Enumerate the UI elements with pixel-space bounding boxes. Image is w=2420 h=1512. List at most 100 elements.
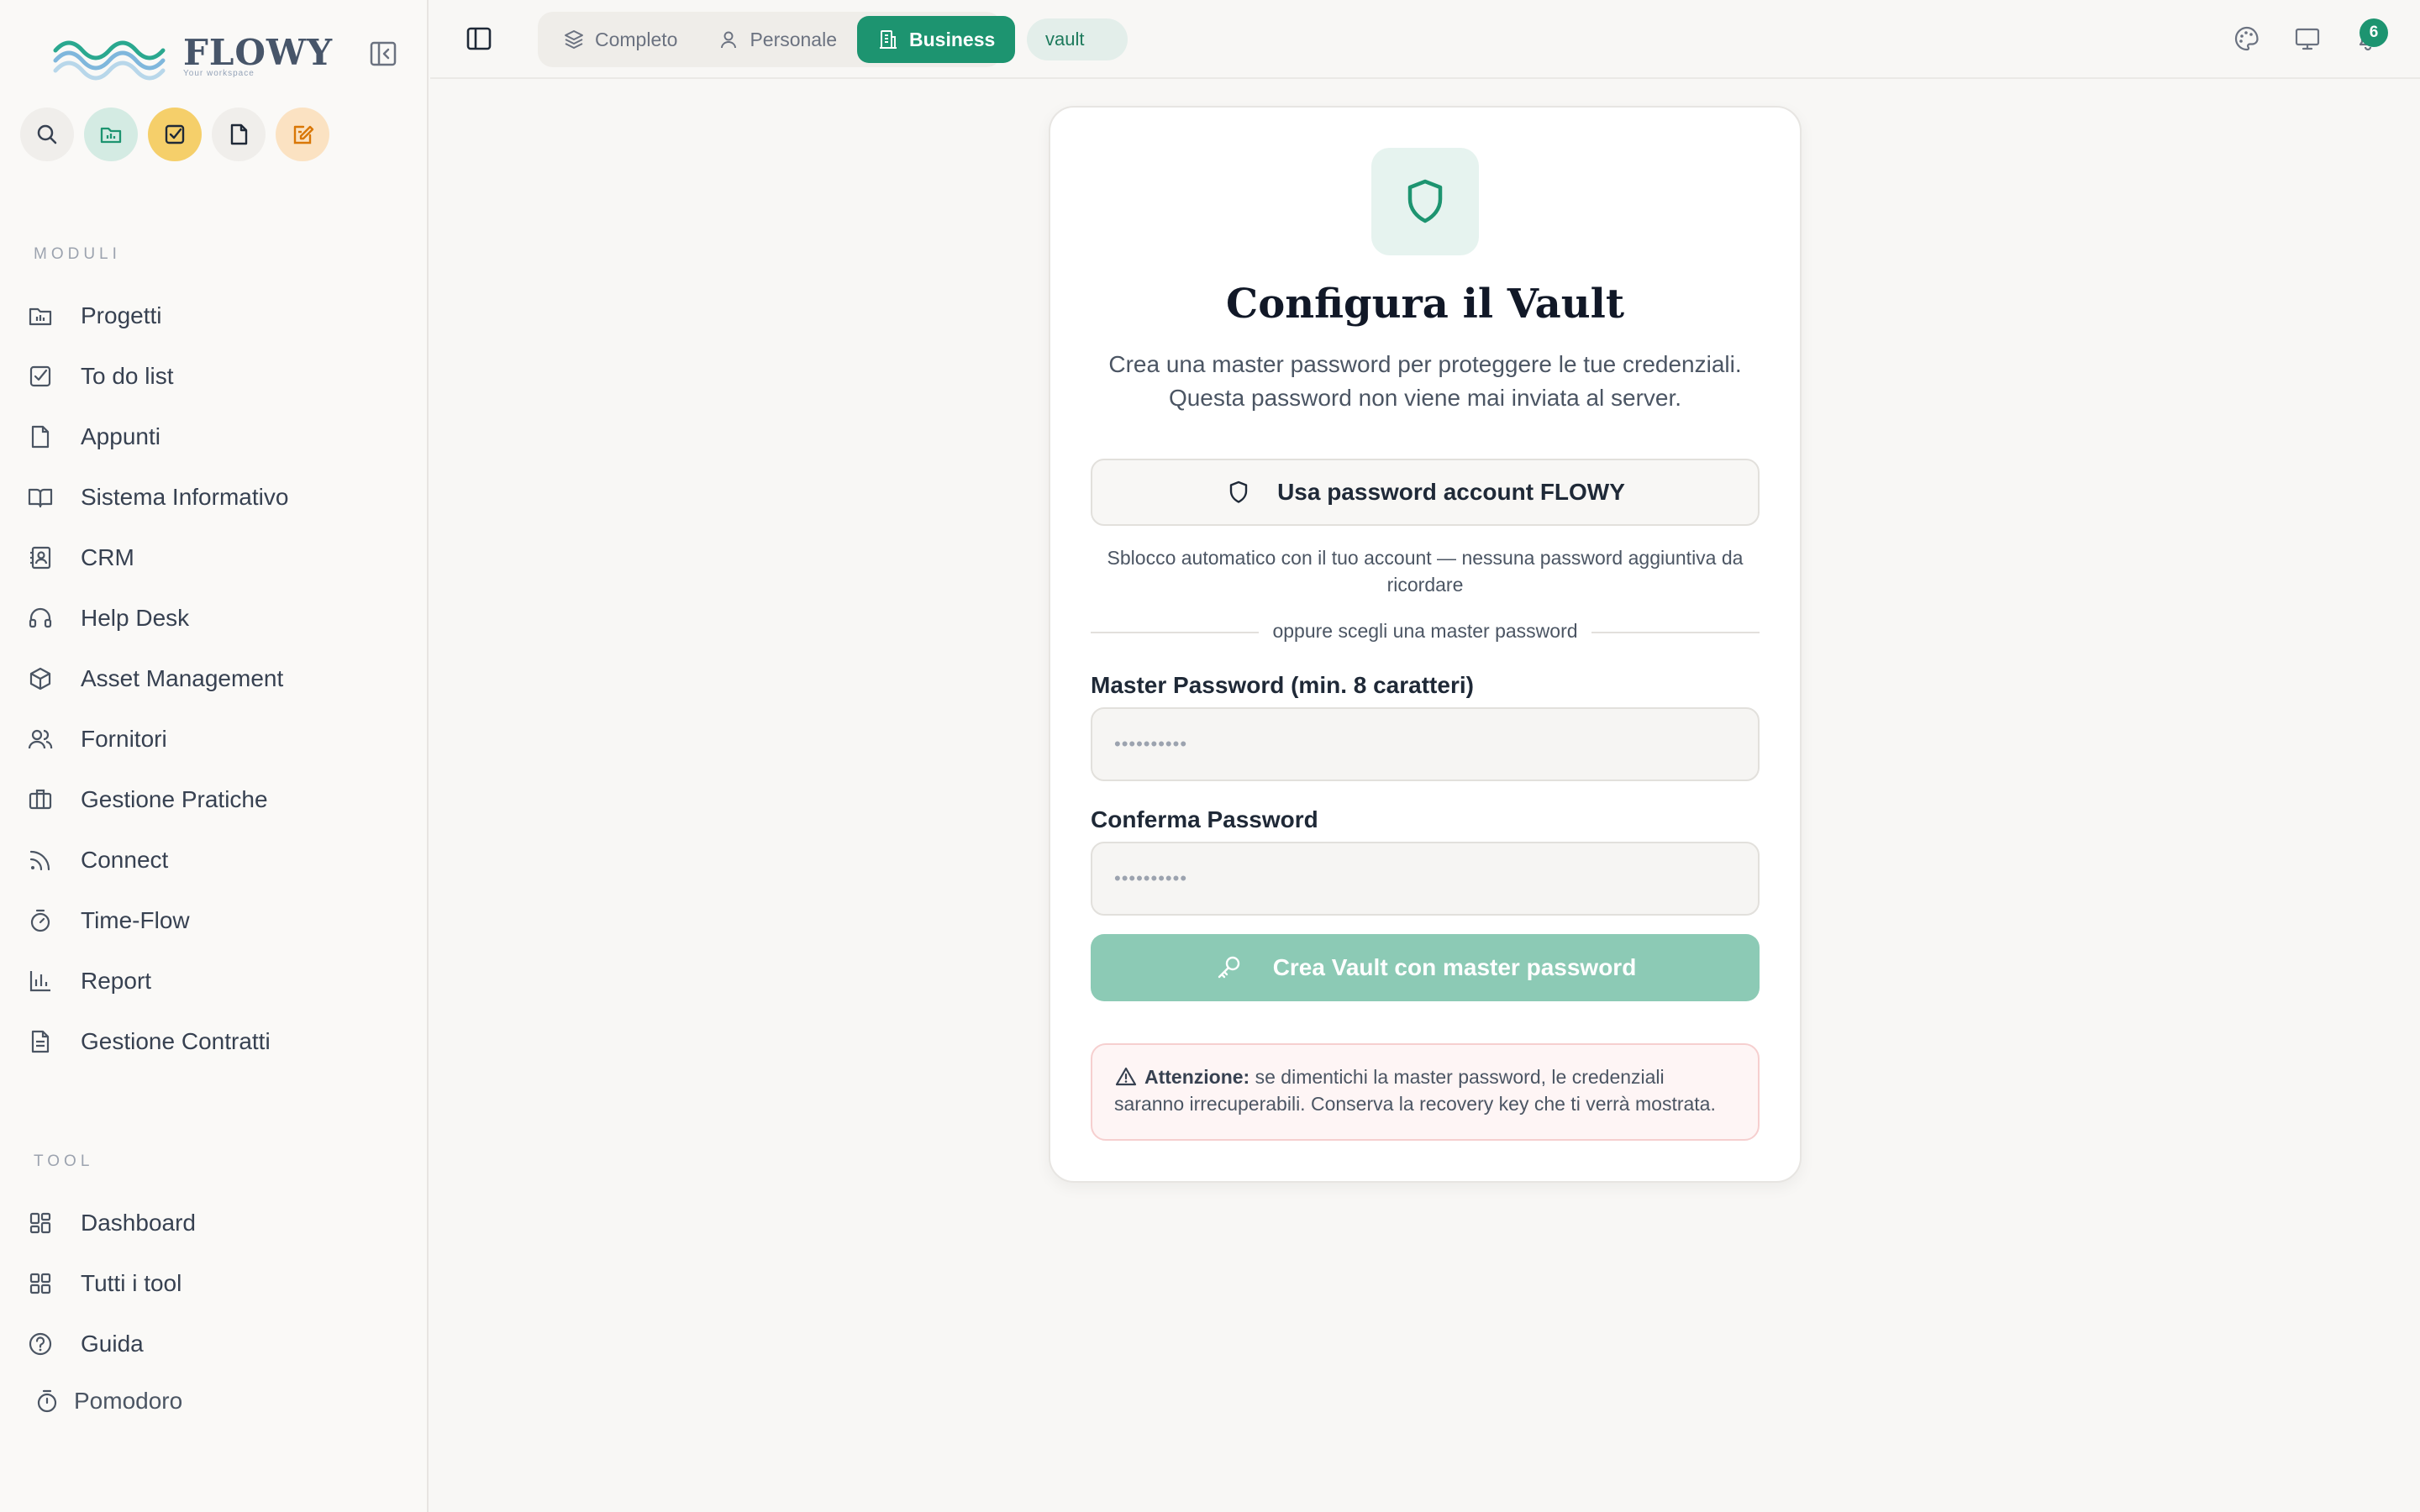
vault-setup-card: Configura il Vault Crea una master passw… (1049, 106, 1802, 1183)
timer-icon (30, 909, 50, 932)
rss-icon (29, 850, 50, 871)
master-password-label: Master Password (min. 8 caratteri) (1091, 672, 1474, 698)
sidebar-item-tutti-i-tool[interactable]: Tutti i tool (0, 1253, 429, 1314)
panel-toggle-icon (466, 27, 492, 50)
contacts-icon (30, 546, 51, 570)
headset-icon (29, 607, 52, 628)
tools-section-label: TOOL (34, 1152, 94, 1170)
vault-shield-badge (1371, 148, 1479, 255)
help-circle-icon (29, 1332, 52, 1356)
sidebar-item-label: Tutti i tool (81, 1270, 182, 1296)
toggle-panel-button[interactable] (464, 24, 494, 54)
sidebar-item-help-desk[interactable]: Help Desk (0, 588, 429, 648)
workspace-mode-switcher: Completo Personale Business (538, 12, 1016, 67)
palette-icon (2234, 26, 2259, 51)
display-button[interactable] (2292, 24, 2323, 54)
quick-projects-button[interactable] (84, 108, 138, 161)
create-vault-button[interactable]: Crea Vault con master password (1091, 934, 1760, 1001)
sidebar-item-time-flow[interactable]: Time-Flow (0, 890, 429, 951)
sidebar-item-appunti[interactable]: Appunti (0, 407, 429, 467)
grid-icon (29, 1273, 51, 1294)
sidebar-item-label: Gestione Contratti (81, 1028, 271, 1054)
use-account-password-label: Usa password account FLOWY (1277, 479, 1625, 505)
user-icon (721, 31, 737, 49)
pomodoro-label: Pomodoro (74, 1388, 183, 1414)
sidebar-item-connect[interactable]: Connect (0, 830, 429, 890)
sidebar-item-dashboard[interactable]: Dashboard (0, 1193, 429, 1253)
brand-name: FLOWY (183, 31, 334, 73)
tools-nav: Dashboard Tutti i tool Guida (0, 1193, 429, 1374)
mode-completo-label: Completo (595, 28, 678, 50)
quick-edit-button[interactable] (276, 108, 329, 161)
theme-button[interactable] (2232, 24, 2262, 54)
context-chip-vault[interactable]: vault (1027, 18, 1128, 60)
quick-actions (20, 108, 329, 161)
create-vault-label: Crea Vault con master password (1272, 954, 1637, 980)
timer-icon (37, 1389, 57, 1413)
vault-title: Configura il Vault (1226, 281, 1624, 328)
folder-chart-icon (29, 307, 52, 326)
sidebar-item-fornitori[interactable]: Fornitori (0, 709, 429, 769)
mode-personale-label: Personale (750, 28, 838, 50)
sidebar-item-label: Asset Management (81, 665, 284, 691)
shield-icon (1229, 480, 1248, 503)
notification-count-badge: 6 (2360, 18, 2388, 47)
edit-note-icon (293, 125, 314, 144)
bar-chart-icon (29, 971, 50, 992)
sidebar-item-gestione-contratti[interactable]: Gestione Contratti (0, 1011, 429, 1072)
sidebar-item-progetti[interactable]: Progetti (0, 286, 429, 346)
mode-business-label: Business (909, 28, 996, 50)
sidebar: FLOWY Your workspace MODULI Progetti To … (0, 0, 429, 1512)
master-password-input[interactable] (1091, 707, 1760, 781)
use-account-password-button[interactable]: Usa password account FLOWY (1091, 459, 1760, 526)
box-icon (29, 667, 51, 690)
warning-title: Attenzione: (1144, 1066, 1250, 1088)
quick-todo-button[interactable] (148, 108, 202, 161)
sidebar-item-todo[interactable]: To do list (0, 346, 429, 407)
sidebar-item-label: Guida (81, 1331, 144, 1357)
pomodoro-widget[interactable]: Pomodoro (34, 1388, 182, 1415)
sidebar-item-label: Dashboard (81, 1210, 196, 1236)
collapse-sidebar-button[interactable] (368, 39, 398, 69)
sidebar-item-gestione-pratiche[interactable]: Gestione Pratiche (0, 769, 429, 830)
sidebar-item-label: Progetti (81, 302, 162, 328)
note-icon (230, 123, 248, 145)
sidebar-item-sistema-informativo[interactable]: Sistema Informativo (0, 467, 429, 528)
confirm-password-label: Conferma Password (1091, 806, 1318, 832)
quick-search-button[interactable] (20, 108, 74, 161)
checkbox-icon (165, 124, 185, 144)
vault-subtitle-line-2: Questa password non viene mai inviata al… (1168, 385, 1682, 411)
app-logo[interactable]: FLOWY Your workspace (52, 29, 333, 82)
sidebar-item-label: Help Desk (81, 605, 190, 631)
mode-completo-tab[interactable]: Completo (543, 16, 697, 63)
sidebar-collapse-icon (370, 41, 397, 66)
confirm-password-input[interactable] (1091, 842, 1760, 916)
account-unlock-hint: Sblocco automatico con il tuo account — … (1107, 547, 1744, 596)
monitor-icon (2295, 28, 2320, 50)
mode-business-tab[interactable]: Business (857, 16, 1016, 63)
sidebar-item-asset-management[interactable]: Asset Management (0, 648, 429, 709)
quick-notes-button[interactable] (212, 108, 266, 161)
book-icon (28, 488, 53, 508)
search-icon (37, 124, 57, 144)
sidebar-item-label: CRM (81, 544, 134, 570)
building-icon (880, 30, 897, 49)
project-folder-icon (100, 127, 122, 144)
file-icon (31, 425, 50, 449)
sidebar-item-label: Gestione Pratiche (81, 786, 268, 812)
sidebar-item-report[interactable]: Report (0, 951, 429, 1011)
mode-personale-tab[interactable]: Personale (697, 16, 857, 63)
brand-tagline: Your workspace (183, 69, 255, 78)
vault-subtitle-line-1: Crea una master password per proteggere … (1108, 351, 1742, 377)
sidebar-item-guida[interactable]: Guida (0, 1314, 429, 1374)
sidebar-item-label: Fornitori (81, 726, 167, 752)
sidebar-item-label: Appunti (81, 423, 160, 449)
sidebar-item-label: Sistema Informativo (81, 484, 289, 510)
divider-text: oppure scegli una master password (1272, 620, 1578, 642)
top-bar: Completo Personale Business vault 6 (430, 0, 2420, 79)
dashboard-icon (29, 1212, 51, 1234)
sidebar-item-label: To do list (81, 363, 174, 389)
users-icon (28, 729, 53, 749)
sidebar-item-label: Time-Flow (81, 907, 190, 933)
sidebar-item-crm[interactable]: CRM (0, 528, 429, 588)
